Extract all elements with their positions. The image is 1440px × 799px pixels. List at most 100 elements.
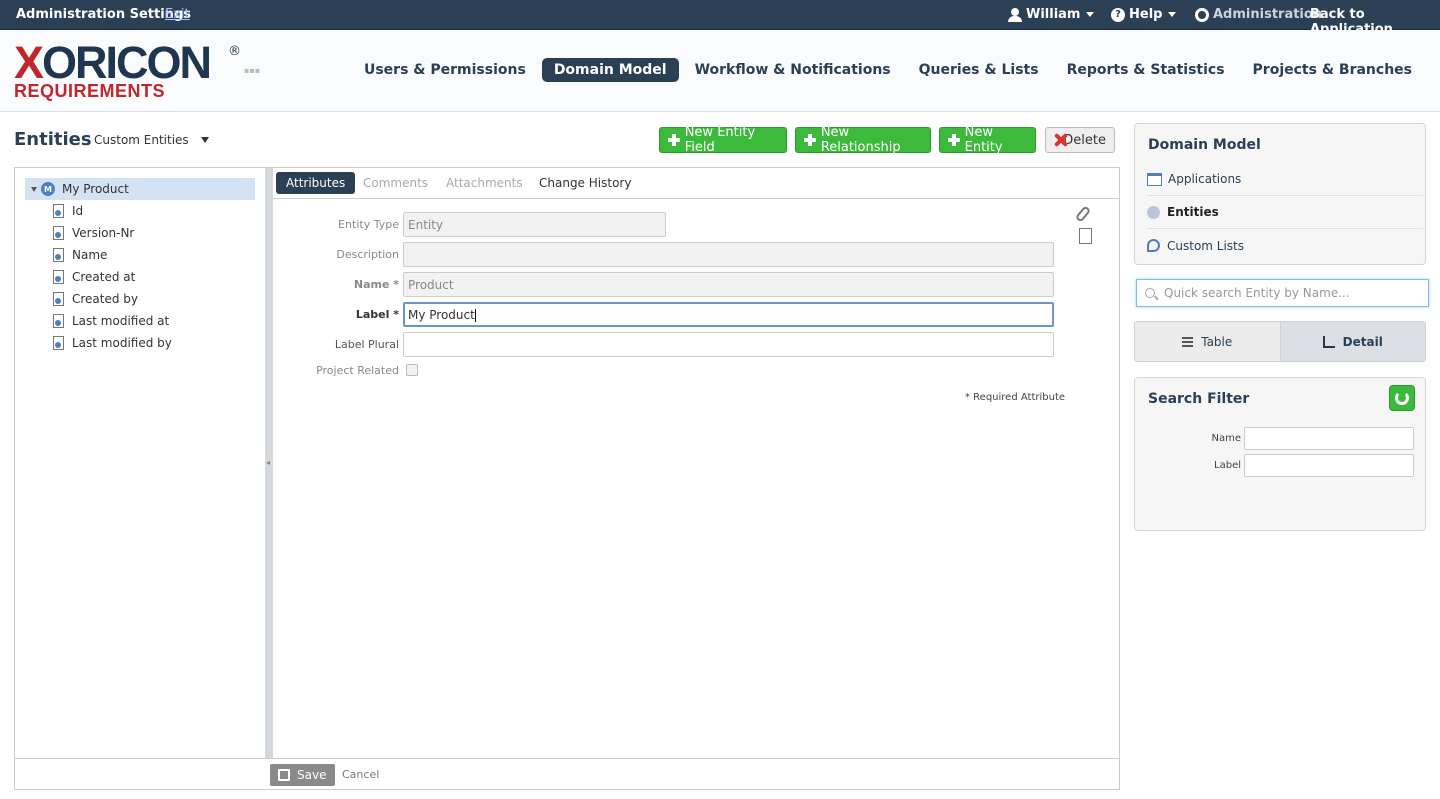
detail-tabs: Attributes Comments Attachments Change H… [273, 168, 1119, 199]
tree-item-last-modified-at[interactable]: Last modified at [53, 311, 169, 331]
sidebar-item-entities[interactable]: Entities [1147, 196, 1423, 229]
administration-link[interactable]: Administration [1195, 7, 1322, 22]
description-label: Description [336, 248, 399, 261]
tree-item-last-modified-by[interactable]: Last modified by [53, 333, 172, 353]
delete-button[interactable]: Delete [1045, 127, 1115, 153]
plus-icon [804, 134, 816, 146]
field-icon [53, 226, 64, 240]
label-input-value: My Product [408, 308, 475, 322]
domain-model-panel: Domain Model Applications Entities Custo… [1134, 123, 1426, 265]
label-input[interactable]: My Product [403, 302, 1054, 327]
save-icon [278, 769, 290, 781]
field-icon [53, 314, 64, 328]
sidebar-item-label: Applications [1168, 172, 1242, 186]
search-placeholder: Quick search Entity by Name... [1164, 286, 1350, 300]
form-footer: Save Cancel [15, 758, 1119, 789]
exit-link[interactable]: Exit [165, 7, 190, 22]
entity-filter-select[interactable]: Custom Entities [94, 133, 209, 147]
sidebar-item-applications[interactable]: Applications [1147, 163, 1423, 196]
entity-icon: M [41, 182, 55, 196]
tab-comments[interactable]: Comments [353, 172, 438, 194]
domain-model-title: Domain Model [1148, 137, 1261, 153]
search-filter-panel: Search Filter Name Label [1134, 377, 1426, 531]
detail-view-button[interactable]: Detail [1279, 322, 1425, 361]
nav-workflow-notifications[interactable]: Workflow & Notifications [683, 58, 903, 82]
window-icon [1147, 172, 1162, 186]
tree-item-label: Version-Nr [72, 226, 135, 240]
quick-search-input[interactable]: Quick search Entity by Name... [1136, 279, 1429, 307]
new-relationship-label: New Relationship [820, 125, 901, 155]
tree-item-label: Name [72, 248, 108, 262]
refresh-icon [1395, 391, 1409, 405]
new-relationship-button[interactable]: New Relationship [795, 125, 931, 155]
tree-item-label: Last modified at [72, 314, 170, 328]
panel-splitter[interactable]: ◂ [265, 168, 273, 758]
cancel-link[interactable]: Cancel [342, 768, 379, 781]
search-icon [1145, 288, 1155, 298]
field-icon [53, 204, 64, 218]
project-related-checkbox[interactable] [406, 364, 418, 376]
tab-attachments[interactable]: Attachments [436, 172, 533, 194]
nav-projects-branches[interactable]: Projects & Branches [1241, 58, 1424, 82]
detail-view-label: Detail [1342, 334, 1383, 349]
field-icon [53, 270, 64, 284]
tree-item-created-at[interactable]: Created at [53, 267, 135, 287]
description-field [403, 242, 1054, 267]
new-entity-field-button[interactable]: New Entity Field [659, 125, 787, 155]
nav-reports-statistics[interactable]: Reports & Statistics [1055, 58, 1237, 82]
nav-users-permissions[interactable]: Users & Permissions [352, 58, 538, 82]
tree-root-my-product[interactable]: M My Product [25, 178, 255, 200]
name-field: Product [403, 272, 1054, 297]
chevron-down-icon [200, 137, 209, 143]
plus-icon [668, 134, 680, 146]
xoricon-logo[interactable]: XORICON ® REQUIREMENTS ▪▪▪ [14, 37, 260, 100]
header: XORICON ® REQUIREMENTS ▪▪▪ Users & Permi… [0, 30, 1440, 112]
logo-registered-mark: ® [228, 44, 241, 59]
sidebar-item-label: Entities [1167, 205, 1219, 219]
save-button[interactable]: Save [270, 764, 335, 786]
filter-name-input[interactable] [1244, 427, 1414, 450]
main-nav: Users & Permissions Domain Model Workflo… [352, 58, 1424, 82]
splitter-grip-icon[interactable]: ◂ [266, 458, 270, 467]
filter-label-input[interactable] [1244, 454, 1414, 477]
new-entity-button[interactable]: New Entity [939, 125, 1036, 155]
label-plural-input[interactable] [403, 332, 1054, 357]
filter-label-label: Label [1214, 460, 1241, 471]
main-panel: M My Product Id Version-Nr Name Created … [14, 167, 1120, 790]
user-menu[interactable]: William [1008, 7, 1095, 22]
user-icon [1008, 7, 1022, 22]
filter-name-label: Name [1211, 433, 1241, 444]
tab-change-history[interactable]: Change History [529, 172, 641, 194]
field-icon [53, 292, 64, 306]
tree-item-version-nr[interactable]: Version-Nr [53, 223, 134, 243]
logo-brand: XORICON [14, 37, 212, 88]
tree-item-id[interactable]: Id [53, 201, 83, 221]
search-filter-title: Search Filter [1148, 391, 1250, 407]
table-view-button[interactable]: Table [1135, 322, 1280, 361]
nav-queries-lists[interactable]: Queries & Lists [907, 58, 1051, 82]
list-icon [1182, 336, 1194, 347]
page-title: Entities [14, 129, 92, 150]
table-view-label: Table [1201, 334, 1233, 349]
tree-item-name[interactable]: Name [53, 245, 107, 265]
administration-label: Administration [1213, 7, 1323, 22]
sidebar-item-label: Custom Lists [1167, 238, 1245, 253]
attachment-icon[interactable] [1074, 205, 1093, 223]
tab-attributes[interactable]: Attributes [276, 172, 356, 194]
sidebar-item-custom-lists[interactable]: Custom Lists [1147, 229, 1423, 262]
delete-label: Delete [1063, 132, 1106, 148]
help-icon: ? [1111, 7, 1125, 22]
tree-item-created-by[interactable]: Created by [53, 289, 138, 309]
chevron-down-icon [1168, 12, 1177, 17]
plus-icon [948, 134, 960, 146]
field-icon [53, 248, 64, 262]
top-bar: Administration Settings Exit William ? H… [0, 0, 1440, 37]
help-menu[interactable]: ? Help [1111, 7, 1177, 22]
document-icon[interactable] [1079, 228, 1092, 244]
detail-panel: Attributes Comments Attachments Change H… [273, 168, 1119, 758]
expand-icon[interactable] [31, 186, 37, 192]
entity-icon [1147, 205, 1160, 219]
refresh-filter-button[interactable] [1389, 385, 1415, 411]
nav-domain-model[interactable]: Domain Model [541, 58, 679, 82]
entity-tree: M My Product Id Version-Nr Name Created … [15, 168, 265, 758]
